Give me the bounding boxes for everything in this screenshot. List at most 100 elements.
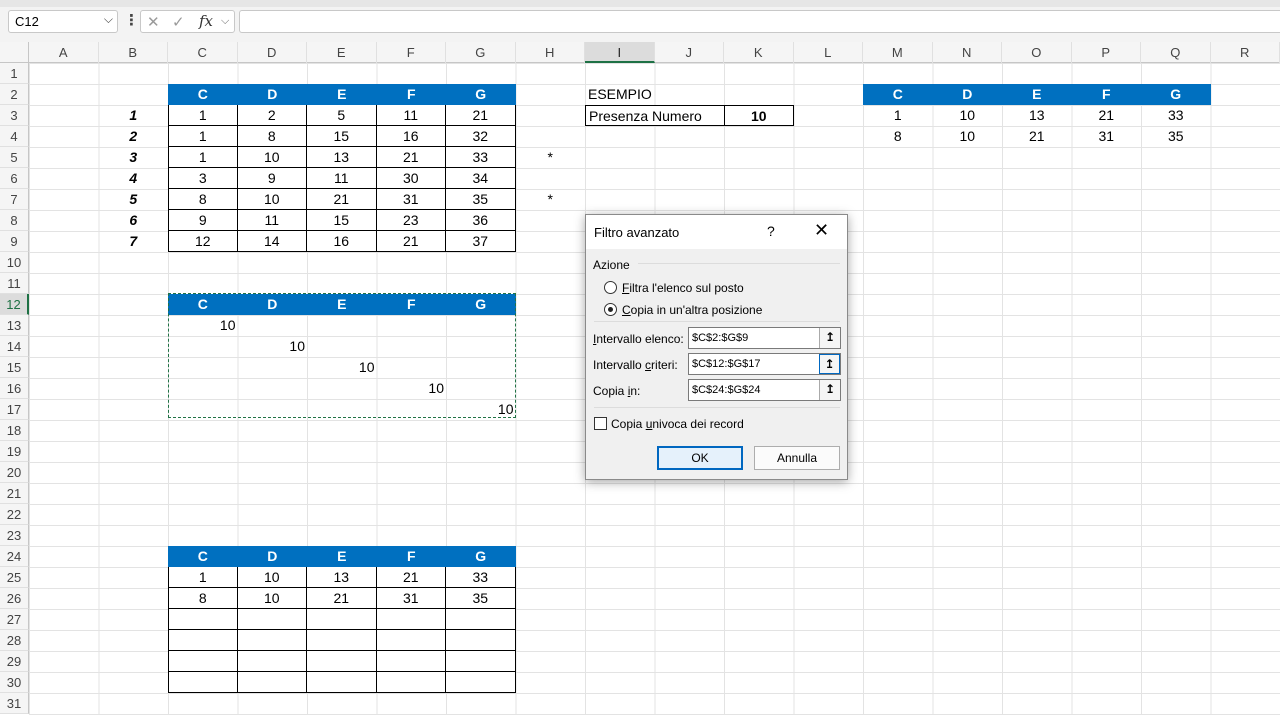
column-header-e[interactable]: E	[307, 42, 377, 63]
table-cell[interactable]: 11	[237, 210, 307, 231]
criteria-header-cell[interactable]: C	[168, 294, 238, 315]
output-cell[interactable]	[168, 609, 238, 630]
row-header-9[interactable]: 9	[0, 231, 29, 252]
output-cell[interactable]	[307, 630, 377, 651]
row-header-29[interactable]: 29	[0, 651, 29, 672]
row-header-26[interactable]: 26	[0, 588, 29, 609]
match-marker[interactable]: *	[516, 147, 586, 168]
output-cell[interactable]	[168, 651, 238, 672]
output-cell[interactable]	[168, 672, 238, 693]
row-header-12[interactable]: 12	[0, 294, 29, 315]
row-header-23[interactable]: 23	[0, 525, 29, 546]
row-index-label[interactable]: 7	[99, 231, 169, 252]
table-cell[interactable]: 34	[446, 168, 516, 189]
criteria-cell[interactable]: 10	[307, 357, 377, 378]
result-header-cell[interactable]: G	[1141, 84, 1211, 105]
output-cell[interactable]: 31	[376, 588, 446, 609]
table-cell[interactable]: 9	[168, 210, 238, 231]
help-icon[interactable]: ?	[767, 223, 775, 239]
row-header-19[interactable]: 19	[0, 441, 29, 462]
table-cell[interactable]: 15	[307, 126, 377, 147]
table-cell[interactable]: 37	[446, 231, 516, 252]
row-header-21[interactable]: 21	[0, 483, 29, 504]
row-header-17[interactable]: 17	[0, 399, 29, 420]
table-header-cell[interactable]: E	[307, 84, 377, 105]
row-index-label[interactable]: 6	[99, 210, 169, 231]
column-header-a[interactable]: A	[29, 42, 99, 63]
table-cell[interactable]: 10	[237, 189, 307, 210]
row-header-24[interactable]: 24	[0, 546, 29, 567]
row-index-label[interactable]: 4	[99, 168, 169, 189]
criteria-header-cell[interactable]: F	[376, 294, 446, 315]
output-cell[interactable]	[376, 609, 446, 630]
column-header-c[interactable]: C	[168, 42, 238, 63]
example-title[interactable]: ESEMPIO	[585, 84, 655, 105]
criteria-range-field[interactable]: $C$12:$G$17 ↥	[688, 353, 841, 375]
column-header-l[interactable]: L	[794, 42, 863, 63]
close-icon[interactable]: ✕	[814, 220, 829, 241]
radio-copy-elsewhere-label[interactable]: Copia in un'altra posizione	[622, 303, 762, 317]
table-cell[interactable]: 1	[168, 147, 238, 168]
row-header-1[interactable]: 1	[0, 63, 29, 84]
row-header-16[interactable]: 16	[0, 378, 29, 399]
row-header-22[interactable]: 22	[0, 504, 29, 525]
table-cell[interactable]: 1	[168, 105, 238, 126]
list-range-field[interactable]: $C$2:$G$9 ↥	[688, 327, 841, 349]
cancel-icon[interactable]: ✕	[147, 13, 160, 31]
output-cell[interactable]	[376, 672, 446, 693]
name-box[interactable]: C12 ⌵	[8, 10, 118, 33]
output-header-cell[interactable]: C	[168, 546, 238, 567]
result-cell[interactable]: 35	[1141, 126, 1211, 147]
column-header-h[interactable]: H	[516, 42, 585, 63]
column-header-i[interactable]: I	[585, 42, 655, 63]
table-cell[interactable]: 32	[446, 126, 516, 147]
table-cell[interactable]: 16	[376, 126, 446, 147]
row-header-20[interactable]: 20	[0, 462, 29, 483]
table-header-cell[interactable]: C	[168, 84, 238, 105]
column-header-j[interactable]: J	[655, 42, 724, 63]
column-header-f[interactable]: F	[377, 42, 446, 63]
result-cell[interactable]: 8	[863, 126, 933, 147]
result-header-cell[interactable]: F	[1071, 84, 1141, 105]
output-cell[interactable]	[237, 609, 307, 630]
table-cell[interactable]: 21	[446, 105, 516, 126]
table-cell[interactable]: 2	[237, 105, 307, 126]
table-cell[interactable]: 12	[168, 231, 238, 252]
table-cell[interactable]: 5	[307, 105, 377, 126]
column-header-m[interactable]: M	[863, 42, 933, 63]
output-cell[interactable]	[376, 630, 446, 651]
row-header-10[interactable]: 10	[0, 252, 29, 273]
row-header-4[interactable]: 4	[0, 126, 29, 147]
output-cell[interactable]	[307, 672, 377, 693]
criteria-cell[interactable]: 10	[377, 378, 447, 399]
copy-to-field[interactable]: $C$24:$G$24 ↥	[688, 379, 841, 401]
collapse-dialog-icon[interactable]: ↥	[819, 380, 840, 400]
table-cell[interactable]: 13	[307, 147, 377, 168]
row-header-5[interactable]: 5	[0, 147, 29, 168]
column-header-p[interactable]: P	[1072, 42, 1141, 63]
table-cell[interactable]: 31	[376, 189, 446, 210]
table-cell[interactable]: 15	[307, 210, 377, 231]
row-header-2[interactable]: 2	[0, 84, 29, 105]
table-header-cell[interactable]: D	[237, 84, 307, 105]
result-cell[interactable]: 21	[1002, 126, 1072, 147]
output-header-cell[interactable]: F	[376, 546, 446, 567]
output-header-cell[interactable]: G	[446, 546, 516, 567]
row-header-28[interactable]: 28	[0, 630, 29, 651]
row-header-13[interactable]: 13	[0, 315, 29, 336]
table-cell[interactable]: 21	[376, 231, 446, 252]
table-header-cell[interactable]: F	[376, 84, 446, 105]
output-cell[interactable]	[168, 630, 238, 651]
enter-icon[interactable]: ✓	[172, 13, 185, 31]
output-cell[interactable]: 33	[446, 567, 516, 588]
result-cell[interactable]: 13	[1002, 105, 1072, 126]
output-cell[interactable]: 10	[237, 588, 307, 609]
row-header-31[interactable]: 31	[0, 693, 29, 714]
row-index-label[interactable]: 2	[99, 126, 169, 147]
row-header-25[interactable]: 25	[0, 567, 29, 588]
example-label[interactable]: Presenza Numero	[585, 105, 724, 126]
column-header-d[interactable]: D	[238, 42, 307, 63]
row-index-label[interactable]: 1	[99, 105, 169, 126]
table-cell[interactable]: 33	[446, 147, 516, 168]
row-header-14[interactable]: 14	[0, 336, 29, 357]
